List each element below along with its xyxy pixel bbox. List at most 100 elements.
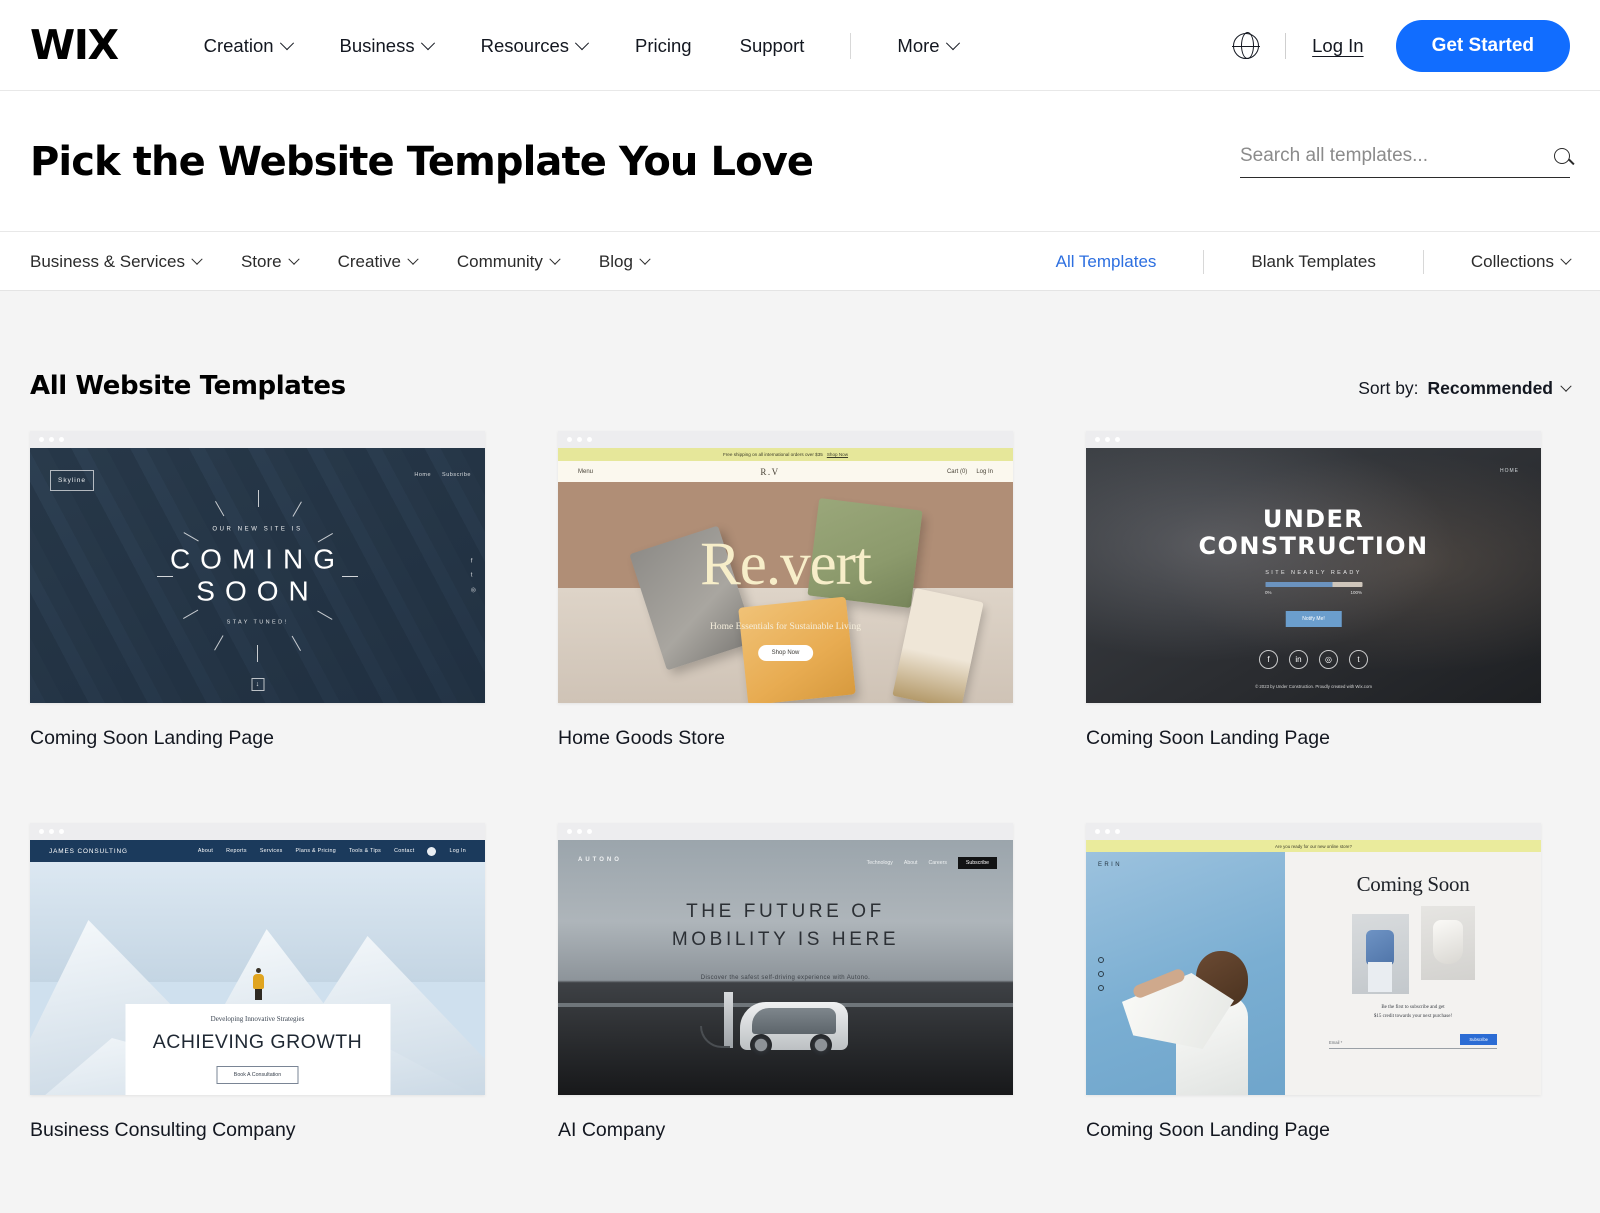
preview-cta-button: Notify Me! — [1285, 611, 1342, 627]
chrome-dot-icon — [587, 437, 592, 442]
nav-item-support[interactable]: Support — [716, 35, 829, 57]
template-thumbnail[interactable]: JAMES CONSULTING About Reports Services … — [30, 823, 485, 1095]
preview-nav-items: About Reports Services Plans & Pricing T… — [198, 846, 466, 856]
template-card[interactable]: Are you ready for our new online store? … — [1086, 823, 1541, 1142]
preview-subtext: SITE NEARLY READY — [1265, 570, 1362, 576]
down-arrow-icon: ↓ — [251, 678, 264, 691]
nav-item-more[interactable]: More — [873, 35, 981, 57]
template-preview: JAMES CONSULTING About Reports Services … — [30, 840, 485, 1095]
template-card[interactable]: HOME UNDER CONSTRUCTION SITE NEARLY READ… — [1086, 431, 1541, 750]
log-in-link[interactable]: Log In — [1312, 35, 1363, 57]
preview-brand: JAMES CONSULTING — [49, 847, 128, 855]
nav-item-business[interactable]: Business — [316, 35, 457, 57]
category-creative[interactable]: Creative — [338, 252, 419, 272]
template-thumbnail[interactable]: Free shipping on all international order… — [558, 431, 1013, 703]
product-image — [1420, 906, 1475, 980]
chrome-dot-icon — [1105, 829, 1110, 834]
progress-min-label: 0% — [1265, 590, 1272, 595]
preview-nav-item: About — [903, 860, 918, 866]
sort-by-dropdown[interactable]: Sort by: Recommended — [1358, 378, 1572, 399]
preview-kicker: Developing Innovative Strategies — [210, 1015, 305, 1023]
wix-logo[interactable]: WIX — [30, 25, 119, 66]
preview-brand: AUTONO — [578, 857, 622, 863]
get-started-button[interactable]: Get Started — [1395, 19, 1570, 72]
tab-all-templates[interactable]: All Templates — [1056, 252, 1157, 272]
chevron-down-icon — [574, 35, 590, 50]
tab-label: Blank Templates — [1251, 251, 1376, 271]
search-input[interactable] — [1240, 145, 1544, 167]
chrome-dot-icon — [1095, 829, 1100, 834]
car-shape — [726, 988, 850, 1060]
preview-promo-bar: Free shipping on all international order… — [558, 448, 1013, 461]
chrome-dot-icon — [49, 829, 54, 834]
browser-chrome — [558, 823, 1013, 840]
chrome-dot-icon — [59, 437, 64, 442]
nav-item-resources[interactable]: Resources — [457, 35, 611, 57]
template-thumbnail[interactable]: AUTONO Technology About Careers Subscrib… — [558, 823, 1013, 1095]
preview-nav-right: Cart (0) Log In — [947, 469, 993, 475]
facebook-icon: f — [470, 558, 473, 564]
template-thumbnail[interactable]: Skyline Home Subscribe OUR NEW SITE IS C… — [30, 431, 485, 703]
tab-collections[interactable]: Collections — [1471, 252, 1572, 272]
category-label: Business & Services — [30, 251, 185, 271]
tab-blank-templates[interactable]: Blank Templates — [1251, 252, 1375, 272]
search-icon[interactable] — [1554, 148, 1570, 164]
preview-nav-item: Home — [414, 472, 432, 478]
tab-divider — [1422, 249, 1424, 274]
category-label: Store — [240, 251, 282, 271]
preview-cta-button: Book A Consultation — [216, 1066, 299, 1084]
preview-note: Be the first to subscribe and get $15 cr… — [1285, 1004, 1541, 1021]
template-title: Home Goods Store — [558, 727, 725, 749]
template-preview: Free shipping on all international order… — [558, 448, 1013, 703]
preview-nav-item: Careers — [928, 860, 947, 866]
nav-item-label: More — [897, 34, 940, 56]
template-card[interactable]: Free shipping on all international order… — [558, 431, 1013, 750]
category-community[interactable]: Community — [456, 251, 561, 272]
browser-chrome — [558, 431, 1013, 448]
template-title: Coming Soon Landing Page — [1086, 727, 1330, 749]
preview-nav-item: Tools & Tips — [348, 848, 382, 854]
template-thumbnail[interactable]: Are you ready for our new online store? … — [1086, 823, 1541, 1095]
header-divider — [1285, 32, 1287, 59]
template-preview: HOME UNDER CONSTRUCTION SITE NEARLY READ… — [1086, 448, 1541, 703]
preview-promo-bar: Are you ready for our new online store? — [1086, 840, 1541, 852]
globe-icon[interactable] — [1232, 31, 1260, 60]
nav-item-pricing[interactable]: Pricing — [611, 35, 716, 57]
sort-by-value: Recommended — [1427, 378, 1553, 398]
chrome-dot-icon — [577, 829, 582, 834]
browser-chrome — [30, 823, 485, 840]
template-title: AI Company — [558, 1119, 666, 1141]
preview-subtext: STAY TUNED! — [226, 619, 289, 626]
preview-login-label: Log In — [976, 468, 993, 475]
preview-nav: Menu R.V Cart (0) Log In — [558, 461, 1013, 482]
preview-subscribe-button: Subscribe — [1460, 1034, 1497, 1045]
product-image — [1351, 914, 1409, 994]
template-card[interactable]: Skyline Home Subscribe OUR NEW SITE IS C… — [30, 431, 485, 750]
preview-brand: R.V — [760, 466, 780, 477]
preview-headline-line2: MOBILITY IS HERE — [671, 928, 900, 950]
template-card[interactable]: AUTONO Technology About Careers Subscrib… — [558, 823, 1013, 1142]
chrome-dot-icon — [567, 437, 572, 442]
preview-nav-item: Plans & Pricing — [295, 848, 336, 854]
section-title: All Website Templates — [30, 371, 346, 401]
preview-promo-link: Shop Now — [826, 452, 849, 457]
section-header: All Website Templates Sort by: Recommend… — [30, 291, 1572, 431]
category-business-services[interactable]: Business & Services — [30, 251, 203, 272]
category-store[interactable]: Store — [240, 251, 300, 272]
preview-headline-line1: COMING — [169, 542, 346, 574]
category-blog[interactable]: Blog — [599, 252, 651, 272]
preview-product-images — [1285, 906, 1541, 994]
nav-item-label: Business — [339, 34, 415, 56]
preview-social-icons — [1098, 956, 1104, 991]
template-card[interactable]: JAMES CONSULTING About Reports Services … — [30, 823, 485, 1142]
chevron-down-icon — [191, 253, 203, 265]
chevron-down-icon — [407, 253, 419, 265]
chrome-dot-icon — [49, 437, 54, 442]
browser-chrome — [1086, 431, 1541, 448]
preview-progress: 0% 100% — [1265, 582, 1362, 595]
nav-item-creation[interactable]: Creation — [180, 35, 316, 57]
preview-nav: Home Subscribe — [414, 472, 471, 478]
template-thumbnail[interactable]: HOME UNDER CONSTRUCTION SITE NEARLY READ… — [1086, 431, 1541, 703]
nav-item-label: Resources — [480, 34, 570, 56]
category-label: Community — [456, 251, 543, 271]
